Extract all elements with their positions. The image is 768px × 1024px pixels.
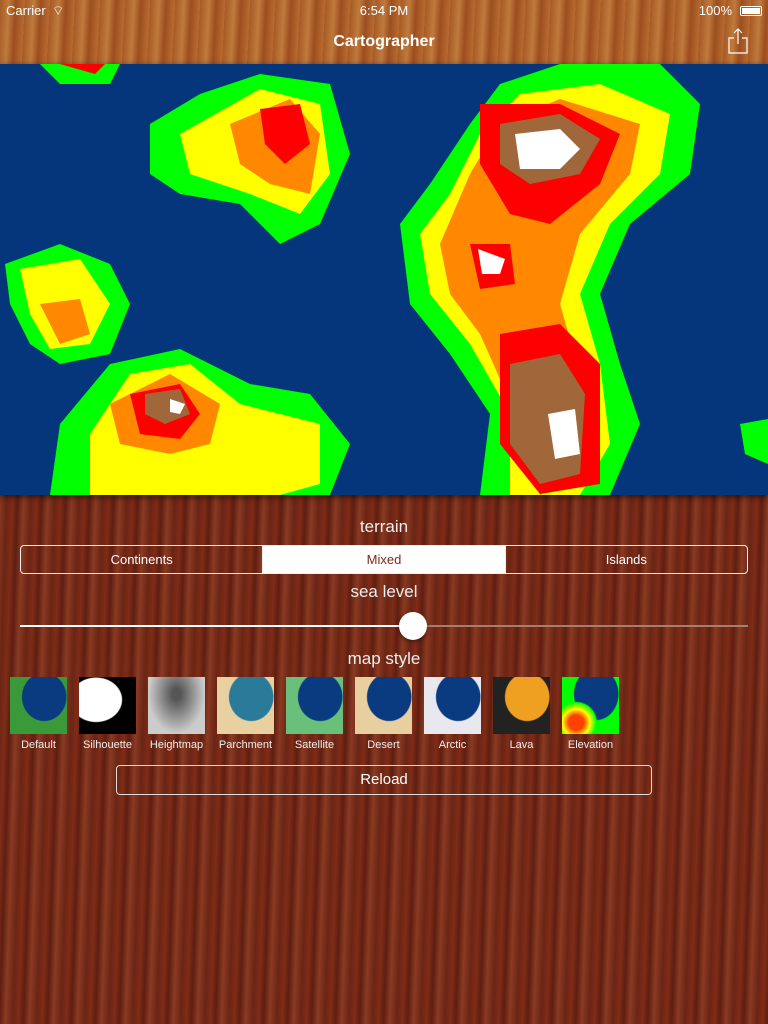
style-label: Heightmap	[149, 739, 204, 751]
terrain-segmented-control[interactable]: Continents Mixed Islands	[20, 545, 748, 574]
terrain-option-mixed[interactable]: Mixed	[263, 546, 506, 573]
style-label: Arctic	[438, 739, 467, 751]
style-label: Lava	[509, 739, 534, 751]
slider-track-filled	[20, 625, 414, 627]
heightmap-thumbnail	[148, 677, 205, 734]
arctic-thumbnail	[424, 677, 481, 734]
slider-thumb[interactable]	[399, 612, 428, 640]
island-east	[400, 64, 700, 495]
desert-thumbnail	[355, 677, 412, 734]
style-lava[interactable]: Lava	[493, 677, 550, 751]
sea-level-label: sea level	[350, 582, 418, 601]
silhouette-thumbnail	[79, 677, 136, 734]
style-label: Default	[21, 739, 56, 751]
style-desert[interactable]: Desert	[355, 677, 412, 751]
elevation-thumbnail	[562, 677, 619, 734]
navigation-bar: Carrier ⌔ 6:54 PM 100% Cartographer	[0, 0, 768, 64]
style-arctic[interactable]: Arctic	[424, 677, 481, 751]
style-silhouette[interactable]: Silhouette	[79, 677, 136, 751]
sea-level-slider[interactable]	[20, 611, 748, 641]
terrain-label: terrain	[359, 517, 409, 536]
slider-track	[413, 625, 748, 627]
island-north	[40, 64, 350, 244]
style-label: Satellite	[294, 739, 335, 751]
style-label: Silhouette	[83, 739, 132, 751]
style-heightmap[interactable]: Heightmap	[148, 677, 205, 751]
parchment-thumbnail	[217, 677, 274, 734]
satellite-thumbnail	[286, 677, 343, 734]
island-west	[5, 244, 130, 364]
share-icon[interactable]	[728, 28, 748, 54]
reload-button[interactable]: Reload	[116, 765, 652, 795]
style-parchment[interactable]: Parchment	[217, 677, 274, 751]
map-view[interactable]	[0, 64, 768, 495]
battery-icon	[740, 6, 762, 16]
terrain-option-continents[interactable]: Continents	[21, 546, 264, 573]
status-time: 6:54 PM	[359, 3, 409, 18]
default-thumbnail	[10, 677, 67, 734]
page-title: Cartographer	[333, 33, 435, 50]
battery-percent: 100%	[698, 3, 732, 18]
map-style-label: map style	[347, 649, 421, 668]
island-southwest	[50, 349, 350, 495]
style-label: Elevation	[567, 739, 614, 751]
style-satellite[interactable]: Satellite	[286, 677, 343, 751]
terrain-option-islands[interactable]: Islands	[506, 546, 747, 573]
style-label: Desert	[367, 739, 400, 751]
lava-thumbnail	[493, 677, 550, 734]
style-elevation[interactable]: Elevation	[562, 677, 619, 751]
style-label: Parchment	[218, 739, 273, 751]
style-default[interactable]: Default	[10, 677, 67, 751]
